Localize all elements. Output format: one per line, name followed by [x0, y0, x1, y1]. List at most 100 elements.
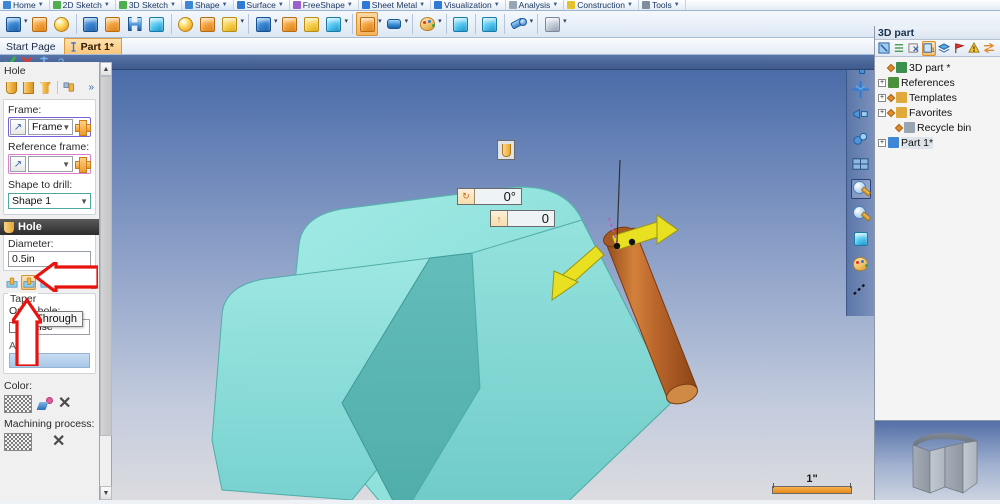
dropdown-arrow-icon[interactable]: ▾: [438, 17, 442, 25]
sphere-primitive-icon[interactable]: [175, 12, 197, 36]
dropdown-arrow-icon[interactable]: ▾: [378, 17, 382, 25]
angle-callout[interactable]: ↻ 0°: [457, 188, 522, 205]
pattern-icon[interactable]: [450, 12, 472, 36]
dropdown-arrow-icon[interactable]: ▾: [24, 17, 28, 25]
ribbon-tab-freeshape[interactable]: FreeShape ▼: [290, 0, 359, 10]
dropdown-arrow-icon[interactable]: ▾: [241, 17, 245, 25]
color-palette-icon[interactable]: [851, 254, 871, 274]
ribbon-tab-surface[interactable]: Surface ▼: [234, 0, 290, 10]
ribbon-tab-visualization[interactable]: Visualization ▼: [431, 0, 506, 10]
dropdown-arrow-icon[interactable]: ▾: [405, 17, 409, 25]
document-tab-start-page[interactable]: Start Page: [0, 38, 64, 54]
scroll-up-button[interactable]: ▲: [100, 62, 112, 76]
zoom-icon[interactable]: [851, 204, 871, 224]
draft-icon[interactable]: [323, 12, 345, 36]
hole-tool-icon[interactable]: [356, 12, 379, 36]
warning-icon[interactable]: [967, 41, 981, 56]
sort-order-icon[interactable]: 12: [922, 40, 936, 56]
dropdown-arrow-icon[interactable]: ▾: [530, 17, 534, 25]
mirror-glyph: [482, 16, 498, 32]
sweep-icon[interactable]: [51, 12, 73, 36]
tree-expander-icon[interactable]: +: [878, 93, 886, 102]
flag-icon[interactable]: [952, 41, 966, 56]
tree-node-references[interactable]: + References: [878, 75, 998, 90]
render-mode-icon[interactable]: [851, 229, 871, 249]
tree-node-favorites[interactable]: + Favorites: [878, 105, 998, 120]
fillet-icon[interactable]: [252, 12, 274, 36]
frame-pick-icon[interactable]: ↗: [10, 119, 26, 135]
layers-icon[interactable]: [937, 41, 951, 56]
frame-add-icon[interactable]: [75, 120, 91, 136]
zoom-window-icon[interactable]: [851, 104, 871, 124]
boolean-union-icon[interactable]: [80, 12, 102, 36]
document-tab-part-1-[interactable]: Part 1*: [63, 38, 122, 54]
dropdown-arrow-icon[interactable]: ▾: [563, 17, 567, 25]
reference-frame-pick-icon[interactable]: ↗: [10, 156, 26, 172]
ribbon-tab-2d-sketch[interactable]: 2D Sketch ▼: [50, 0, 116, 10]
simple-hole-icon[interactable]: [4, 80, 19, 95]
tree-node-recycle-bin[interactable]: Recycle bin: [878, 120, 998, 135]
tree-node-templates[interactable]: + Templates: [878, 90, 998, 105]
sheet-metal-icon: [361, 1, 370, 9]
multi-view-icon[interactable]: [851, 154, 871, 174]
dropdown-arrow-icon[interactable]: ▾: [345, 17, 349, 25]
boolean-hole-icon[interactable]: [124, 12, 146, 36]
blind-depth-icon[interactable]: [4, 275, 19, 290]
tree-expander-icon[interactable]: +: [878, 108, 886, 117]
left-panel-scrollbar[interactable]: ▲ ▼: [100, 62, 112, 500]
revolve-icon[interactable]: [29, 12, 51, 36]
hole-tag-icon: [501, 143, 511, 157]
reference-frame-combo[interactable]: ▼: [28, 156, 73, 172]
reference-frame-add-icon[interactable]: [75, 157, 91, 173]
zoom-area-icon[interactable]: [850, 179, 871, 199]
tree-expander-icon[interactable]: +: [878, 138, 886, 147]
scroll-down-button[interactable]: ▼: [100, 486, 112, 500]
ribbon-tab-tools[interactable]: Tools ▼: [639, 0, 686, 10]
threaded-hole-icon[interactable]: [62, 80, 77, 95]
boolean-intersect-icon[interactable]: [146, 12, 168, 36]
fit-all-icon[interactable]: [851, 129, 871, 149]
shell-icon[interactable]: [301, 12, 323, 36]
thread-icon[interactable]: [383, 12, 405, 36]
extrude-icon[interactable]: [2, 12, 24, 36]
tree-node-part-1-[interactable]: + Part 1*: [878, 135, 998, 150]
frame-combo[interactable]: Frame ▼: [28, 119, 73, 135]
dropdown-arrow-icon[interactable]: ▾: [274, 17, 278, 25]
material-palette-icon[interactable]: [416, 12, 438, 36]
macro-icon[interactable]: [541, 12, 563, 36]
ribbon-tab-construction[interactable]: Construction ▼: [564, 0, 639, 10]
machining-swatch[interactable]: [4, 433, 32, 451]
cone-primitive-icon[interactable]: [219, 12, 241, 36]
chamfer-icon[interactable]: [279, 12, 301, 36]
mirror-icon[interactable]: [479, 12, 501, 36]
ribbon-tab-home[interactable]: Home ▼: [0, 0, 50, 10]
tree-expand-icon[interactable]: [892, 41, 906, 56]
tree-node-3d-part-[interactable]: 3D part *: [878, 60, 998, 75]
counterbore-hole-icon[interactable]: [21, 80, 36, 95]
ribbon-tab-shape[interactable]: Shape ▼: [181, 0, 234, 10]
3d-viewport[interactable]: ↻ 0° ↑ 0 1": [112, 70, 874, 500]
ribbon-tab-3d-sketch[interactable]: 3D Sketch ▼: [116, 0, 182, 10]
sync-arrows-icon[interactable]: [982, 41, 996, 56]
hole-feature-tag[interactable]: [497, 140, 515, 160]
tree-collapse-icon[interactable]: [907, 41, 921, 56]
shape-to-drill-combo[interactable]: Shape 1 ▼: [8, 193, 91, 209]
expand-panel-button[interactable]: »: [88, 82, 96, 93]
select-mode-icon[interactable]: [877, 41, 891, 56]
countersink-hole-icon[interactable]: [38, 80, 53, 95]
ribbon-tab-analysis[interactable]: Analysis ▼: [506, 0, 565, 10]
scroll-thumb[interactable]: [100, 76, 112, 436]
ribbon-tab-sheet-metal[interactable]: Sheet Metal ▼: [359, 0, 432, 10]
depth-callout[interactable]: ↑ 0: [490, 210, 555, 227]
clear-color-button[interactable]: ✕: [58, 396, 71, 412]
color-swatch[interactable]: [4, 395, 32, 413]
more-options-icon[interactable]: [851, 279, 871, 299]
measure-icon[interactable]: [508, 12, 530, 36]
box-primitive-icon[interactable]: [197, 12, 219, 36]
rotate-icon[interactable]: [851, 79, 871, 99]
boolean-subtract-icon[interactable]: [102, 12, 124, 36]
tree-expander-icon[interactable]: +: [878, 78, 886, 87]
clear-machining-button[interactable]: ✕: [52, 434, 65, 450]
pan-icon[interactable]: [851, 70, 871, 74]
eyedropper-icon[interactable]: [38, 397, 53, 411]
